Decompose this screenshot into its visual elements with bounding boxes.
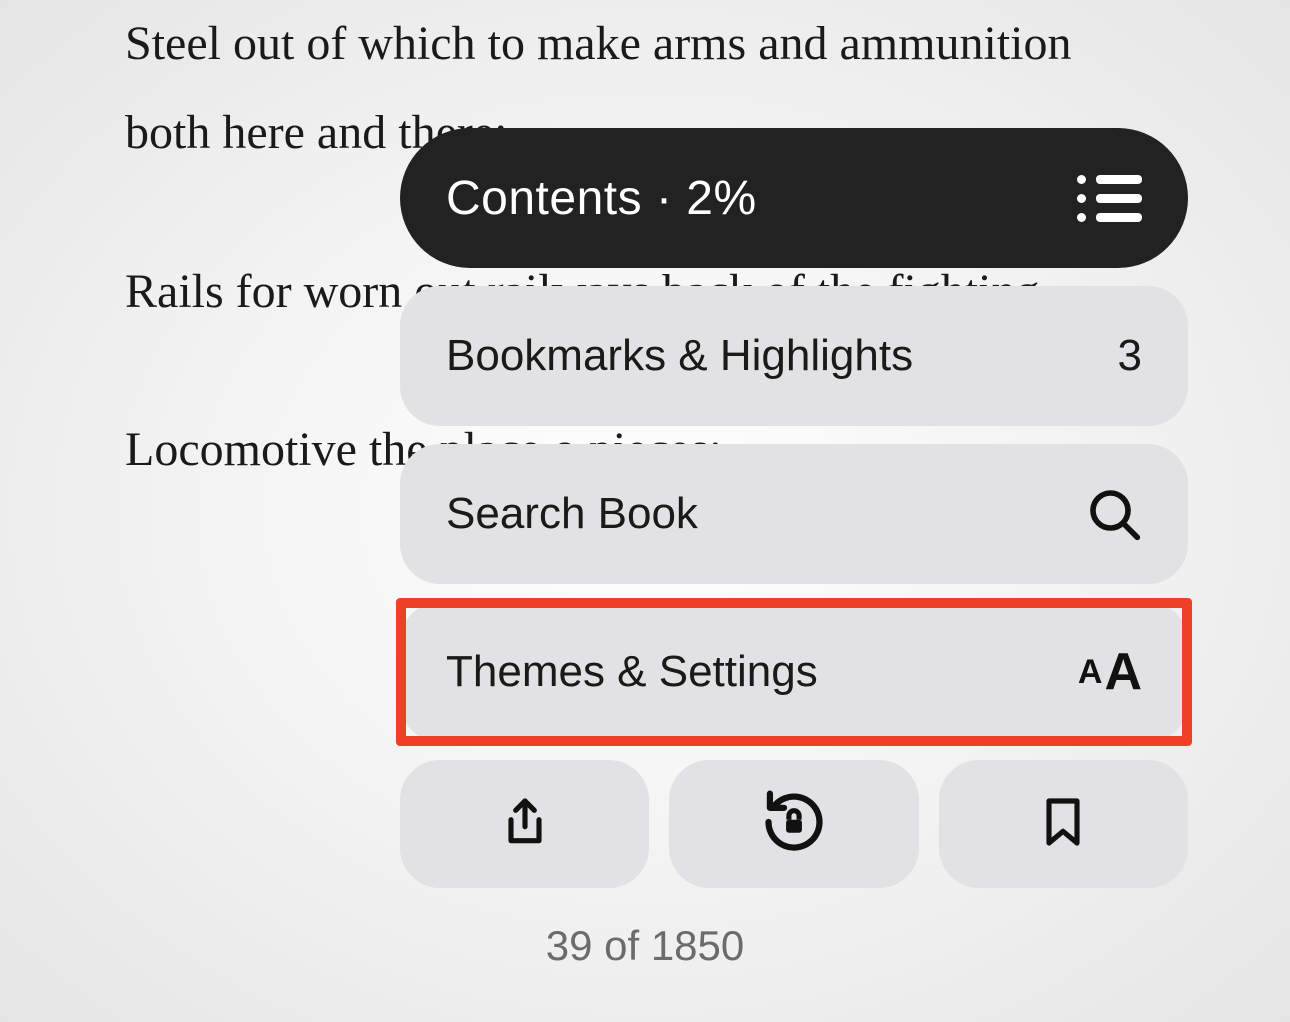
search-book-button[interactable]: Search Book bbox=[400, 444, 1188, 584]
themes-settings-button[interactable]: Themes & Settings AA bbox=[400, 602, 1188, 742]
bookmark-button[interactable] bbox=[939, 760, 1188, 888]
page-indicator: 39 of 1850 bbox=[0, 922, 1290, 970]
text-size-icon: AA bbox=[1078, 642, 1142, 702]
rotation-lock-button[interactable] bbox=[669, 760, 918, 888]
bookmarks-count: 3 bbox=[1118, 331, 1142, 381]
action-row bbox=[400, 760, 1188, 888]
search-icon bbox=[1086, 486, 1142, 542]
share-button[interactable] bbox=[400, 760, 649, 888]
reader-menu-popover: Contents · 2% Bookmarks & Highlights 3 S… bbox=[400, 128, 1188, 888]
contents-button[interactable]: Contents · 2% bbox=[400, 128, 1188, 268]
rotation-lock-icon bbox=[760, 788, 828, 861]
themes-label: Themes & Settings bbox=[446, 647, 818, 697]
bookmarks-highlights-button[interactable]: Bookmarks & Highlights 3 bbox=[400, 286, 1188, 426]
contents-label: Contents · 2% bbox=[446, 171, 757, 226]
bookmark-icon bbox=[1035, 794, 1091, 855]
list-icon bbox=[1077, 175, 1142, 222]
bookmarks-label: Bookmarks & Highlights bbox=[446, 331, 913, 381]
search-label: Search Book bbox=[446, 489, 698, 539]
share-icon bbox=[497, 794, 553, 855]
